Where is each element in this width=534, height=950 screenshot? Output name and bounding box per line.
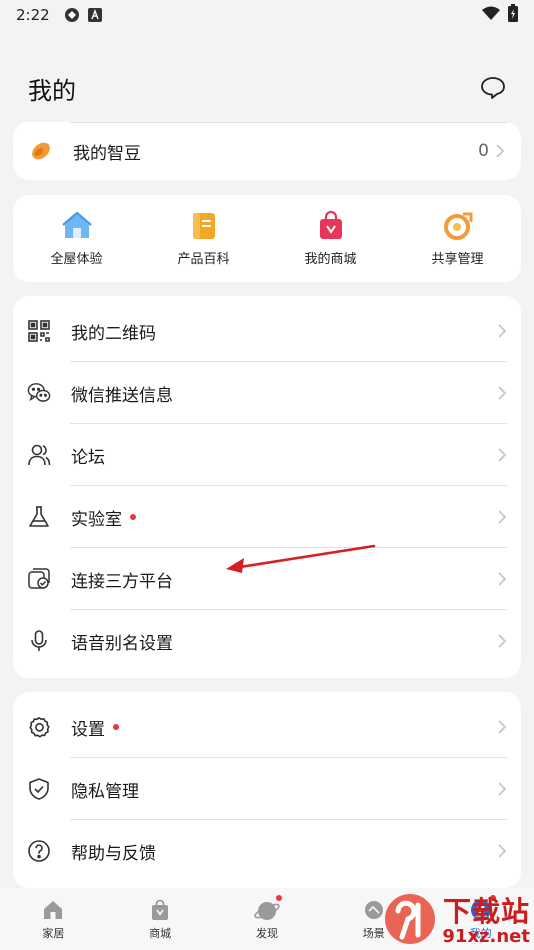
chevron-right-icon bbox=[497, 633, 507, 649]
new-badge-dot bbox=[130, 514, 136, 520]
tab-label: 商城 bbox=[149, 927, 172, 940]
tab-me[interactable]: 我的 bbox=[427, 888, 534, 950]
quick-action-label: 产品百科 bbox=[177, 252, 230, 267]
qr-code-icon bbox=[27, 319, 51, 343]
menu-item-settings[interactable]: 设置 bbox=[13, 696, 521, 758]
menu-item-label: 实验室 bbox=[71, 509, 122, 530]
home-tab-icon bbox=[40, 897, 66, 923]
menu-item-privacy[interactable]: 隐私管理 bbox=[13, 758, 521, 820]
tab-scene[interactable]: 场景 bbox=[320, 888, 427, 950]
tab-store[interactable]: 商城 bbox=[107, 888, 214, 950]
chevron-right-icon bbox=[497, 385, 507, 401]
status-bar: 2:22 bbox=[0, 0, 534, 30]
quick-action-share-manage[interactable]: 共享管理 bbox=[394, 195, 521, 282]
menu-item-label: 我的二维码 bbox=[71, 323, 156, 344]
tab-label: 家居 bbox=[42, 927, 65, 940]
menu-item-label: 连接三方平台 bbox=[71, 571, 173, 592]
tab-label: 场景 bbox=[362, 927, 385, 940]
menu-item-label: 隐私管理 bbox=[71, 781, 139, 802]
new-badge-dot bbox=[489, 895, 496, 901]
third-party-icon bbox=[27, 567, 51, 591]
quick-action-label: 我的商城 bbox=[304, 252, 357, 267]
microphone-icon bbox=[27, 629, 51, 653]
new-badge-dot bbox=[275, 895, 282, 901]
menu-item-help[interactable]: 帮助与反馈 bbox=[13, 820, 521, 882]
bean-count: 0 bbox=[478, 141, 489, 161]
chevron-right-icon bbox=[497, 719, 507, 735]
new-badge-dot bbox=[113, 724, 119, 730]
quick-action-product-wiki[interactable]: 产品百科 bbox=[140, 195, 267, 282]
tab-discover[interactable]: 发现 bbox=[214, 888, 321, 950]
sync-icon bbox=[64, 7, 80, 23]
menu-item-forum[interactable]: 论坛 bbox=[13, 424, 521, 486]
menu-item-wechat-push[interactable]: 微信推送信息 bbox=[13, 362, 521, 424]
gear-icon bbox=[27, 715, 51, 739]
bean-icon bbox=[29, 139, 53, 163]
wifi-icon bbox=[482, 6, 500, 24]
menu-item-third-party[interactable]: 连接三方平台 bbox=[13, 548, 521, 610]
bean-row[interactable]: 我的智豆 0 bbox=[13, 122, 521, 180]
bottom-tab-bar: 家居 商城 发现 场景 我的 bbox=[0, 888, 534, 950]
menu-item-label: 论坛 bbox=[71, 447, 105, 468]
chevron-right-icon bbox=[497, 781, 507, 797]
quick-action-whole-house[interactable]: 全屋体验 bbox=[13, 195, 140, 282]
quick-actions: 全屋体验 产品百科 我的商城 共享管理 bbox=[13, 195, 521, 282]
discover-tab-icon bbox=[254, 895, 282, 923]
notification-a-icon bbox=[87, 8, 102, 22]
menu-item-label: 语音别名设置 bbox=[71, 633, 173, 654]
house-icon bbox=[61, 210, 93, 242]
chevron-right-icon bbox=[497, 571, 507, 587]
menu-group-2: 设置 隐私管理 帮助与反馈 bbox=[13, 692, 521, 888]
message-icon[interactable] bbox=[478, 73, 508, 103]
page-header: 我的 bbox=[0, 60, 534, 116]
chevron-right-icon bbox=[497, 447, 507, 463]
scene-tab-icon bbox=[361, 897, 387, 923]
menu-item-qr-code[interactable]: 我的二维码 bbox=[13, 300, 521, 362]
help-icon bbox=[27, 839, 51, 863]
chevron-right-icon bbox=[497, 509, 507, 525]
menu-item-label: 设置 bbox=[71, 719, 105, 740]
menu-item-lab[interactable]: 实验室 bbox=[13, 486, 521, 548]
chevron-right-icon bbox=[495, 143, 505, 159]
shopping-bag-icon bbox=[315, 210, 347, 242]
me-tab-icon bbox=[468, 895, 496, 923]
divider bbox=[70, 122, 507, 123]
tab-label: 发现 bbox=[255, 927, 278, 940]
status-time: 2:22 bbox=[16, 6, 50, 24]
tab-home[interactable]: 家居 bbox=[0, 888, 107, 950]
flask-icon bbox=[27, 505, 51, 529]
page-title: 我的 bbox=[28, 76, 76, 105]
share-icon bbox=[442, 210, 474, 242]
chevron-right-icon bbox=[497, 323, 507, 339]
shield-icon bbox=[27, 777, 51, 801]
menu-item-voice-alias[interactable]: 语音别名设置 bbox=[13, 610, 521, 672]
quick-action-label: 共享管理 bbox=[431, 252, 484, 267]
quick-action-label: 全屋体验 bbox=[50, 252, 103, 267]
book-icon bbox=[188, 210, 220, 242]
menu-item-label: 帮助与反馈 bbox=[71, 843, 156, 864]
wechat-icon bbox=[27, 381, 51, 405]
battery-icon bbox=[508, 4, 518, 26]
chevron-right-icon bbox=[497, 843, 507, 859]
tab-label: 我的 bbox=[469, 927, 492, 940]
menu-item-label: 微信推送信息 bbox=[71, 385, 173, 406]
quick-action-my-store[interactable]: 我的商城 bbox=[267, 195, 394, 282]
store-tab-icon bbox=[147, 897, 173, 923]
forum-icon bbox=[27, 443, 51, 467]
bean-label: 我的智豆 bbox=[73, 143, 141, 164]
menu-group-1: 我的二维码 微信推送信息 论坛 实验室 连接三方平台 语音别名设置 bbox=[13, 296, 521, 678]
